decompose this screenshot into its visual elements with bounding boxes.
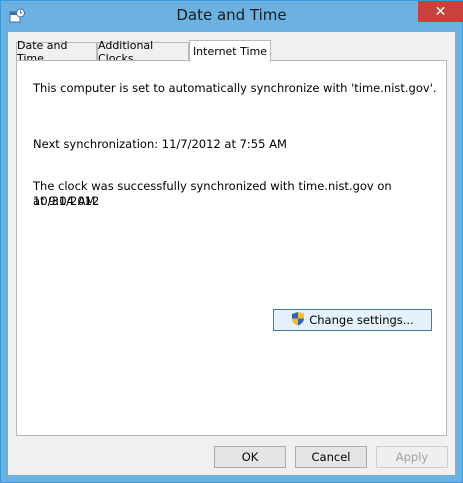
last-sync-line-2: at 9:04 AM. xyxy=(33,194,100,208)
tab-additional-clocks[interactable]: Additional Clocks xyxy=(97,39,189,65)
title-bar[interactable]: Date and Time ✕ xyxy=(1,1,463,32)
internet-time-panel: This computer is set to automatically sy… xyxy=(16,60,447,436)
apply-button[interactable]: Apply xyxy=(376,446,448,468)
close-button[interactable]: ✕ xyxy=(418,1,463,22)
dialog-client-area: Date and Time Additional Clocks Internet… xyxy=(8,32,455,475)
next-sync-text: Next synchronization: 11/7/2012 at 7:55 … xyxy=(33,137,287,151)
change-settings-label: Change settings... xyxy=(309,313,414,327)
sync-server-text: This computer is set to automatically sy… xyxy=(33,81,437,95)
change-settings-button[interactable]: Change settings... xyxy=(273,309,432,331)
date-time-window: Date and Time ✕ Date and Time Additional… xyxy=(0,0,463,483)
tab-internet-time[interactable]: Internet Time xyxy=(189,40,271,62)
ok-button[interactable]: OK xyxy=(214,446,286,468)
window-title: Date and Time xyxy=(176,6,287,24)
uac-shield-icon xyxy=(291,311,305,329)
tab-date-and-time[interactable]: Date and Time xyxy=(16,39,97,65)
cancel-button[interactable]: Cancel xyxy=(295,446,367,468)
